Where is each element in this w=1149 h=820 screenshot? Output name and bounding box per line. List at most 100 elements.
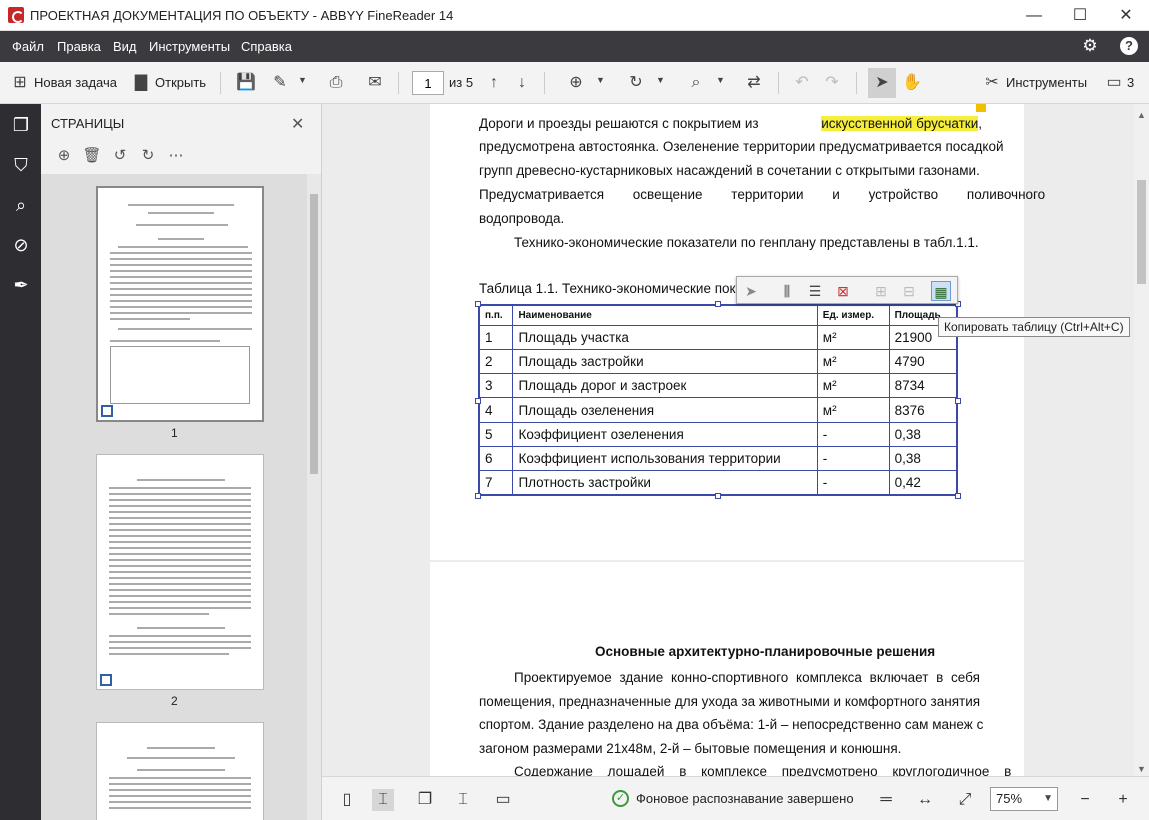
page-thumbnail-3[interactable]: [96, 722, 264, 820]
rotate-right-icon[interactable]: ↻: [138, 146, 158, 166]
thumbnails-scrollbar[interactable]: [307, 174, 321, 820]
attachments-paperclip-icon[interactable]: ⊘: [10, 234, 32, 256]
search-icon[interactable]: ⌕: [10, 194, 32, 216]
chevron-down-icon[interactable]: ▼: [656, 75, 665, 85]
highlighted-text: искусственной брусчатки: [821, 116, 979, 131]
save-as-icon[interactable]: ✎: [270, 73, 290, 93]
paragraph-line: Технико-экономические показатели по генп…: [514, 235, 979, 250]
next-page-arrow-icon[interactable]: ↓: [512, 73, 532, 93]
zoom-select[interactable]: 75% ▼: [990, 787, 1058, 811]
resize-handle[interactable]: [715, 301, 721, 307]
bookmarks-icon[interactable]: ⛉: [10, 154, 32, 176]
help-icon[interactable]: ?: [1120, 37, 1138, 55]
toolbar-divider: [856, 72, 857, 94]
redo-icon[interactable]: ↷: [822, 73, 842, 93]
scrollbar-handle[interactable]: [310, 194, 318, 474]
scrollbar-handle[interactable]: [1137, 180, 1146, 284]
delete-page-trash-icon[interactable]: 🗑: [82, 146, 102, 166]
menu-help[interactable]: Справка: [241, 39, 292, 54]
chevron-down-icon[interactable]: ▼: [596, 75, 605, 85]
page-number-input[interactable]: [412, 71, 444, 95]
menu-file[interactable]: Файл: [12, 39, 44, 54]
table-cell: 0,42: [888, 470, 958, 496]
more-options-icon[interactable]: ⋯: [166, 146, 186, 166]
add-page-icon[interactable]: ⊕: [54, 146, 74, 166]
toolbar-divider: [544, 72, 545, 94]
two-page-continuous-icon[interactable]: ⌶: [452, 789, 474, 811]
delete-separators-icon[interactable]: ⊠: [833, 281, 853, 301]
new-task-icon: ⊞: [13, 74, 27, 91]
undo-icon[interactable]: ↶: [792, 73, 812, 93]
two-page-view-icon[interactable]: ❐: [414, 789, 436, 811]
compare-icon[interactable]: ⇄: [744, 73, 764, 93]
add-column-separator-icon[interactable]: ⫼: [777, 281, 797, 301]
paragraph-line: предусмотрена автостоянка. Озеленение те…: [479, 139, 1004, 154]
settings-gear-icon[interactable]: ⚙: [1081, 37, 1099, 55]
split-cells-icon[interactable]: ⊟: [899, 281, 919, 301]
page-thumbnail-1[interactable]: [96, 186, 264, 422]
page-count-label: из 5: [449, 75, 474, 90]
fit-horizontal-icon[interactable]: ↔: [914, 789, 936, 811]
page-thumbnail-2[interactable]: [96, 454, 264, 690]
menu-edit[interactable]: Правка: [57, 39, 101, 54]
save-icon[interactable]: 💾: [236, 73, 256, 93]
add-row-separator-icon[interactable]: ☰: [805, 281, 825, 301]
new-task-button[interactable]: Новая задача: [34, 71, 117, 95]
comments-icon[interactable]: ▭: [1104, 73, 1124, 93]
open-folder-icon: ▇: [134, 74, 148, 91]
merge-cells-icon[interactable]: ⊞: [871, 281, 891, 301]
table-cell: Площадь дорог и застроек: [512, 373, 818, 399]
document-scrollbar[interactable]: ▲ ▼: [1134, 104, 1149, 776]
fullscreen-view-icon[interactable]: ▭: [492, 789, 514, 811]
add-page-icon[interactable]: ⊕: [566, 73, 586, 93]
menu-view[interactable]: Вид: [113, 39, 137, 54]
page-number-label-1: 1: [171, 426, 178, 440]
print-icon[interactable]: ⎙: [326, 73, 346, 93]
table-cell: 4790: [888, 348, 958, 375]
table-select-pointer-icon[interactable]: ➤: [741, 281, 761, 301]
comment-note-icon[interactable]: [976, 104, 986, 112]
fit-width-icon[interactable]: ═: [875, 789, 897, 811]
paragraph-line: водопровода.: [479, 211, 565, 226]
table-cell: м²: [816, 397, 890, 423]
table-cell: Площадь застройки: [512, 348, 818, 375]
recognized-table[interactable]: п.п. Наименование Ед. измер. Площадь 1 П…: [478, 304, 958, 497]
single-page-view-icon[interactable]: ▯: [336, 789, 358, 811]
table-cell: 2: [478, 348, 514, 375]
paragraph-line: Содержание лошадей в комплексе предусмот…: [514, 764, 1012, 776]
maximize-button[interactable]: ☐: [1057, 0, 1103, 31]
resize-handle[interactable]: [475, 493, 481, 499]
zoom-in-icon[interactable]: +: [1112, 789, 1134, 811]
menu-tools[interactable]: Инструменты: [149, 39, 230, 54]
recognize-icon[interactable]: ↻: [626, 73, 646, 93]
email-icon[interactable]: ✉: [365, 73, 385, 93]
document-view: Дороги и проезды решаются с покрытием из…: [322, 104, 1134, 776]
close-pages-panel-icon[interactable]: ✕: [291, 114, 304, 134]
zoom-out-icon[interactable]: −: [1074, 789, 1096, 811]
resize-handle[interactable]: [715, 493, 721, 499]
scroll-up-arrow-icon[interactable]: ▲: [1137, 110, 1146, 120]
table-cell: 5: [478, 421, 514, 447]
previous-page-arrow-icon[interactable]: ↑: [484, 73, 504, 93]
rotate-left-icon[interactable]: ↺: [110, 146, 130, 166]
analyze-page-icon[interactable]: ⌕: [686, 73, 706, 93]
resize-handle[interactable]: [475, 301, 481, 307]
resize-handle[interactable]: [955, 398, 961, 404]
tools-wrench-icon: ✂: [985, 74, 999, 91]
scroll-down-arrow-icon[interactable]: ▼: [1137, 764, 1146, 774]
chevron-down-icon[interactable]: ▼: [298, 75, 307, 85]
chevron-down-icon[interactable]: ▼: [716, 75, 725, 85]
open-button[interactable]: Открыть: [155, 71, 206, 95]
resize-handle[interactable]: [475, 398, 481, 404]
signature-pen-icon[interactable]: ✒: [10, 274, 32, 296]
fit-page-icon[interactable]: ⤢: [954, 789, 976, 811]
hand-pan-icon[interactable]: ✋: [902, 73, 922, 93]
resize-handle[interactable]: [955, 493, 961, 499]
minimize-button[interactable]: —: [1011, 0, 1057, 31]
close-button[interactable]: ✕: [1103, 0, 1149, 31]
copy-table-icon[interactable]: ▦: [931, 281, 951, 301]
pages-panel-icon[interactable]: ❐: [10, 114, 32, 136]
continuous-view-icon[interactable]: ⌶: [372, 789, 394, 811]
tools-button[interactable]: Инструменты: [1006, 71, 1087, 95]
comments-count: 3: [1127, 75, 1135, 90]
